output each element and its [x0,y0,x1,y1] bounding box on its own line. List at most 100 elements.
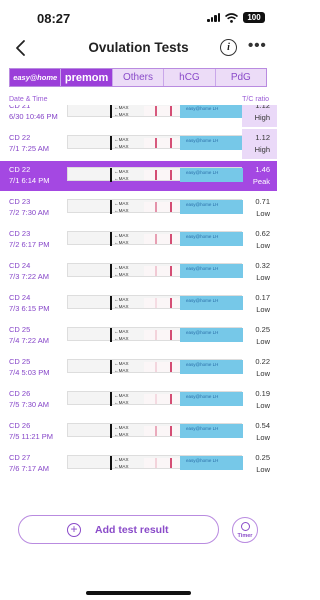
test-datetime-label: 6/30 10:46 PM [9,112,58,121]
test-row[interactable]: CD 24 7/3 6:15 PM ←MAX ←MAX easy@home LH 0.17… [0,289,277,319]
cellular-signal-icon [207,13,220,22]
strip-max-marker [110,296,112,310]
ratio-cell: 0.25 Low [242,449,277,479]
test-row[interactable]: CD 23 7/2 6:17 PM ←MAX ←MAX easy@home LH 0.62… [0,225,277,255]
test-row[interactable]: CD 22 7/1 6:14 PM ←MAX ←MAX easy@home LH 1.46… [0,161,277,191]
cycle-day-label: CD 22 [9,133,31,142]
control-line [170,202,172,212]
test-datetime-label: 7/4 7:22 AM [9,336,50,345]
test-strip-image: ←MAX ←MAX easy@home LH [67,231,243,246]
strip-result-window [144,266,180,276]
strip-max-marker [110,136,112,150]
info-icon[interactable]: i [220,39,237,56]
test-datetime-label: 7/6 7:17 AM [9,464,50,473]
test-row[interactable]: CD 21 6/30 10:46 PM ←MAX ←MAX easy@home LH 1.… [0,105,277,127]
strip-brand-text: easy@home LH [186,138,219,143]
strip-max-text: ←MAX ←MAX [114,136,129,150]
test-row[interactable]: CD 26 7/5 7:30 AM ←MAX ←MAX easy@home LH 0.19… [0,385,277,415]
test-date: CD 22 7/1 6:14 PM [9,164,49,186]
tab-others[interactable]: Others [113,69,165,86]
test-date: CD 26 7/5 7:30 AM [9,388,49,410]
test-date: CD 25 7/4 7:22 AM [9,324,49,346]
timer-button[interactable]: Timer [232,517,258,543]
test-date: CD 21 6/30 10:46 PM [9,105,58,122]
strip-max-label: ←MAX [114,297,129,302]
test-row[interactable]: CD 22 7/1 7:25 AM ←MAX ←MAX easy@home LH 1.12… [0,129,277,159]
strip-max-text: ←MAX ←MAX [114,424,129,438]
ratio-cell: 0.32 Low [242,257,277,287]
strip-max-text: ←MAX ←MAX [114,200,129,214]
strip-result-window [144,106,180,116]
test-date: CD 23 7/2 7:30 AM [9,196,49,218]
control-line [170,170,172,180]
strip-handle: easy@home LH [180,424,243,438]
test-date: CD 27 7/6 7:17 AM [9,452,49,474]
test-line [155,426,157,436]
test-datetime-label: 7/3 6:15 PM [9,304,50,313]
cycle-day-label: CD 23 [9,197,31,206]
control-line [170,362,172,372]
tab-easy-at-home[interactable]: easy@home [10,69,62,86]
ratio-value: 0.22 [255,357,270,366]
tab-premom[interactable]: premom [61,69,113,86]
test-date: CD 25 7/4 5:03 PM [9,356,49,378]
ratio-value: 0.32 [255,261,270,270]
test-strip-image: ←MAX ←MAX easy@home LH [67,423,243,438]
strip-result-window [144,458,180,468]
ratio-level: Low [256,337,270,346]
strip-max-label: ←MAX [114,144,129,149]
test-row[interactable]: CD 25 7/4 5:03 PM ←MAX ←MAX easy@home LH 0.22… [0,353,277,383]
test-datetime-label: 7/2 7:30 AM [9,208,50,217]
strip-max-label: ←MAX [114,393,129,398]
strip-max-label: ←MAX [114,233,129,238]
strip-max-label: ←MAX [114,176,129,181]
test-strip-image: ←MAX ←MAX easy@home LH [67,135,243,150]
test-strip-image: ←MAX ←MAX easy@home LH [67,327,243,342]
strip-max-text: ←MAX ←MAX [114,328,129,342]
tab-pdg[interactable]: PdG [216,69,266,86]
strip-brand-text: easy@home LH [186,458,219,463]
strip-handle: easy@home LH [180,456,243,470]
test-row[interactable]: CD 25 7/4 7:22 AM ←MAX ←MAX easy@home LH 0.25… [0,321,277,351]
bottom-bar: + Add test result Timer [0,487,277,600]
ratio-cell: 0.25 Low [242,321,277,351]
strip-handle: easy@home LH [180,392,243,406]
strip-max-text: ←MAX ←MAX [114,456,129,470]
control-line [170,266,172,276]
ratio-level: High [254,145,270,154]
test-strip-image: ←MAX ←MAX easy@home LH [67,455,243,470]
strip-result-window [144,170,180,180]
control-line [170,458,172,468]
ratio-level: Low [256,433,270,442]
strip-handle: easy@home LH [180,200,243,214]
ratio-level: Low [256,369,270,378]
test-list[interactable]: CD 21 6/30 10:46 PM ←MAX ←MAX easy@home LH 1.… [0,105,277,487]
strip-max-text: ←MAX ←MAX [114,296,129,310]
strip-max-marker [110,328,112,342]
strip-max-marker [110,105,112,118]
battery-icon: 100 [243,12,265,23]
strip-max-label: ←MAX [114,400,129,405]
strip-result-window [144,202,180,212]
ratio-value: 0.25 [255,453,270,462]
strip-result-window [144,362,180,372]
ratio-cell: 1.12 High [242,105,277,127]
control-line [170,330,172,340]
ratio-cell: 0.62 Low [242,225,277,255]
cycle-day-label: CD 24 [9,293,31,302]
test-row[interactable]: CD 23 7/2 7:30 AM ←MAX ←MAX easy@home LH 0.71… [0,193,277,223]
test-row[interactable]: CD 24 7/3 7:22 AM ←MAX ←MAX easy@home LH 0.32… [0,257,277,287]
test-date: CD 26 7/5 11:21 PM [9,420,53,442]
strip-max-marker [110,200,112,214]
test-row[interactable]: CD 27 7/6 7:17 AM ←MAX ←MAX easy@home LH 0.25… [0,449,277,479]
strip-max-marker [110,424,112,438]
test-line [155,330,157,340]
test-line [155,394,157,404]
ratio-value: 0.71 [255,197,270,206]
tab-hcg[interactable]: hCG [164,69,216,86]
test-row[interactable]: CD 26 7/5 11:21 PM ←MAX ←MAX easy@home LH 0.5… [0,417,277,447]
add-test-result-button[interactable]: + Add test result [18,515,219,544]
column-header-ratio: T/C ratio [242,96,269,103]
more-icon[interactable]: ••• [248,37,267,54]
strip-max-text: ←MAX ←MAX [114,360,129,374]
